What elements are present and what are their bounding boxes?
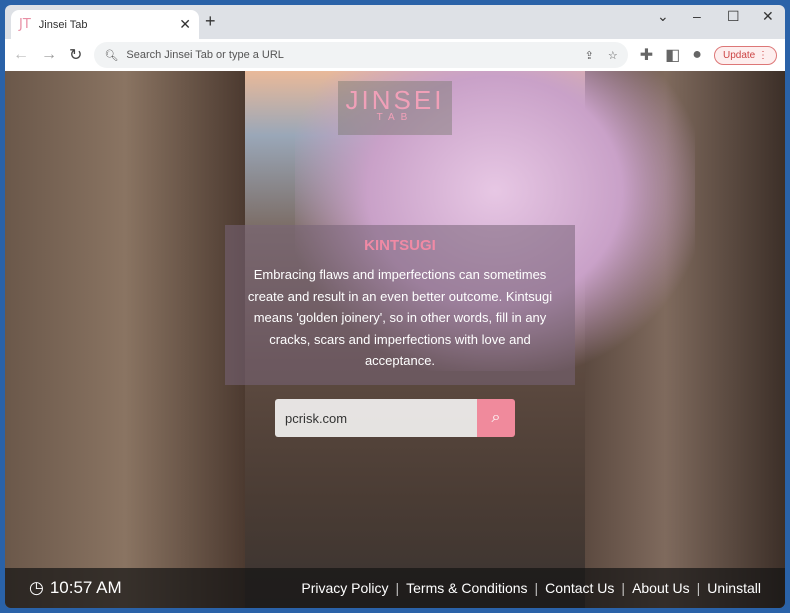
uninstall-link[interactable]: Uninstall	[707, 580, 761, 596]
quote-box: KINTSUGI Embracing flaws and imperfectio…	[225, 225, 575, 385]
contact-link[interactable]: Contact Us	[545, 580, 614, 596]
maximize-icon[interactable]: ☐	[727, 8, 740, 25]
search-button[interactable]: ⌕	[477, 399, 515, 437]
update-button[interactable]: Update ⋮	[713, 45, 777, 65]
terms-link[interactable]: Terms & Conditions	[406, 580, 527, 596]
search-form: ⌕	[275, 399, 515, 437]
address-bar[interactable]: 🔍︎ Search Jinsei Tab or type a URL ⇪ ☆	[94, 42, 628, 68]
new-tab-page: JINSEI TAB KINTSUGI Embracing flaws and i…	[5, 71, 785, 608]
tab-jinsei[interactable]: JT Jinsei Tab ✕	[11, 10, 199, 39]
star-icon[interactable]: ☆	[608, 49, 618, 62]
tab-favicon: JT	[19, 17, 31, 32]
brand-logo: JINSEI TAB	[338, 81, 452, 135]
update-label: Update	[722, 49, 756, 61]
search-icon: ⌕	[491, 409, 501, 426]
clock-time: 10:57 AM	[49, 578, 122, 597]
share-icon[interactable]: ⇪	[585, 49, 594, 62]
close-window-icon[interactable]: ✕	[762, 8, 774, 25]
footer-links: Privacy Policy | Terms & Conditions | Cont…	[301, 580, 761, 596]
tab-title: Jinsei Tab	[38, 18, 88, 31]
browser-window: JT Jinsei Tab ✕ + ⌄ – ☐ ✕ ← → ↻ 🔍︎ Searc…	[5, 5, 785, 608]
close-tab-icon[interactable]: ✕	[179, 16, 191, 33]
clock: ◷ 10:57 AM	[29, 578, 122, 598]
reload-icon[interactable]: ↻	[69, 45, 82, 65]
tab-search-icon[interactable]: ⌄	[657, 8, 669, 25]
minimize-icon[interactable]: –	[693, 8, 701, 24]
background-house-left	[5, 71, 245, 608]
clock-icon: ◷	[29, 578, 44, 597]
divider: |	[534, 580, 539, 596]
back-icon[interactable]: ←	[13, 46, 29, 64]
footer: ◷ 10:57 AM Privacy Policy | Terms & Condit…	[5, 568, 785, 608]
divider: |	[696, 580, 701, 596]
brand-name: JINSEI	[345, 85, 445, 115]
privacy-policy-link[interactable]: Privacy Policy	[301, 580, 388, 596]
quote-title: KINTSUGI	[364, 237, 436, 254]
divider: |	[621, 580, 626, 596]
forward-icon[interactable]: →	[41, 46, 57, 64]
toolbar: ← → ↻ 🔍︎ Search Jinsei Tab or type a URL…	[5, 39, 785, 71]
search-icon: 🔍︎	[104, 49, 119, 62]
extensions-icon[interactable]: ✚	[640, 45, 653, 65]
tab-bar: JT Jinsei Tab ✕ + ⌄ – ☐ ✕	[5, 5, 785, 39]
quote-text: Embracing flaws and imperfections can so…	[247, 267, 553, 368]
address-placeholder: Search Jinsei Tab or type a URL	[126, 49, 284, 61]
profile-icon[interactable]: ●	[692, 46, 702, 64]
about-link[interactable]: About Us	[632, 580, 690, 596]
search-input[interactable]	[275, 399, 477, 437]
new-tab-icon[interactable]: +	[205, 11, 216, 32]
divider: |	[395, 580, 400, 596]
side-panel-icon[interactable]: ◧	[665, 45, 680, 65]
